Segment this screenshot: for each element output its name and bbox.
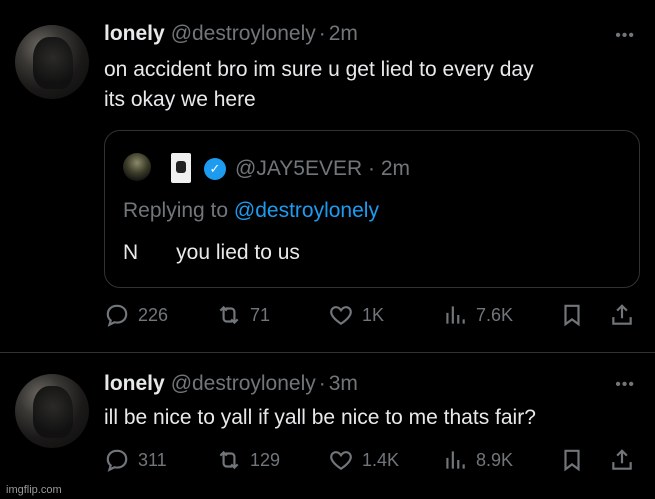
view-count: 8.9K bbox=[476, 449, 514, 470]
retweet-count: 71 bbox=[250, 304, 271, 325]
reply-count: 226 bbox=[138, 304, 169, 325]
bookmark-button[interactable] bbox=[559, 447, 585, 473]
tweet-header: lonely @destroylonely · 3m bbox=[104, 372, 358, 396]
avatar[interactable] bbox=[15, 374, 89, 448]
retweet-button[interactable]: 71 bbox=[216, 302, 270, 328]
timestamp[interactable]: 2m bbox=[329, 22, 358, 46]
display-name[interactable]: lonely bbox=[104, 372, 165, 396]
quoted-avatar[interactable] bbox=[123, 153, 151, 181]
quoted-text-start: N bbox=[123, 241, 139, 264]
like-icon bbox=[330, 451, 352, 470]
user-handle[interactable]: @destroylonely bbox=[171, 372, 316, 396]
bookmark-icon bbox=[564, 449, 580, 472]
tweet-text: on accident bro im sure u get lied to ev… bbox=[104, 55, 634, 115]
display-name[interactable]: lonely bbox=[104, 22, 165, 46]
action-bar: 226 71 1K 7.6K bbox=[104, 302, 644, 332]
retweet-count: 129 bbox=[250, 449, 281, 470]
tweet-header: lonely @destroylonely · 2m bbox=[104, 22, 358, 46]
more-options-icon[interactable]: ••• bbox=[615, 376, 635, 394]
reply-button[interactable]: 226 bbox=[104, 302, 168, 328]
share-icon bbox=[612, 449, 632, 470]
share-button[interactable] bbox=[609, 302, 635, 328]
reply-icon bbox=[106, 449, 128, 472]
separator-dot: · bbox=[367, 157, 375, 180]
separator-dot: · bbox=[318, 372, 326, 395]
like-button[interactable]: 1K bbox=[328, 302, 384, 328]
views-button[interactable]: 8.9K bbox=[442, 447, 513, 473]
quoted-text-rest: you lied to us bbox=[176, 241, 300, 264]
separator-dot: · bbox=[318, 22, 326, 45]
quoted-text: Nyou lied to us bbox=[123, 241, 300, 265]
like-count: 1K bbox=[362, 304, 385, 325]
verified-badge-icon: ✓ bbox=[204, 158, 226, 180]
action-bar: 311 129 1.4K 8.9K bbox=[104, 447, 644, 477]
more-options-icon[interactable]: ••• bbox=[615, 27, 635, 45]
user-handle[interactable]: @destroylonely bbox=[171, 22, 316, 46]
replying-to: Replying to @destroylonely bbox=[123, 199, 379, 223]
avatar[interactable] bbox=[15, 25, 89, 99]
reply-button[interactable]: 311 bbox=[104, 447, 167, 473]
tweet[interactable]: lonely @destroylonely · 2m ••• on accide… bbox=[0, 0, 655, 352]
like-icon bbox=[330, 306, 352, 325]
views-icon bbox=[446, 451, 465, 469]
views-icon bbox=[446, 306, 465, 324]
like-count: 1.4K bbox=[362, 449, 400, 470]
tweet-text: ill be nice to yall if yall be nice to m… bbox=[104, 406, 536, 429]
like-button[interactable]: 1.4K bbox=[328, 447, 399, 473]
quoted-timestamp[interactable]: 2m bbox=[381, 157, 410, 180]
retweet-button[interactable]: 129 bbox=[216, 447, 280, 473]
retweet-icon bbox=[219, 450, 239, 470]
retweet-icon bbox=[219, 305, 239, 325]
timestamp[interactable]: 3m bbox=[329, 372, 358, 396]
reply-icon bbox=[106, 304, 128, 327]
playing-card-emoji-icon bbox=[171, 153, 191, 183]
view-count: 7.6K bbox=[476, 304, 514, 325]
bookmark-icon bbox=[564, 304, 580, 327]
tweet-text-line: its okay we here bbox=[104, 88, 256, 111]
replying-to-label: Replying to bbox=[123, 199, 234, 222]
views-button[interactable]: 7.6K bbox=[442, 302, 513, 328]
share-icon bbox=[612, 304, 632, 325]
quoted-tweet[interactable]: ✓ @JAY5EVER · 2m Replying to @destroylon… bbox=[104, 130, 640, 288]
quoted-handle[interactable]: @JAY5EVER bbox=[235, 157, 362, 180]
tweet-text-line: on accident bro im sure u get lied to ev… bbox=[104, 58, 534, 81]
watermark: imgflip.com bbox=[6, 484, 62, 496]
reply-count: 311 bbox=[138, 449, 167, 470]
quoted-header: @JAY5EVER · 2m bbox=[235, 157, 410, 181]
share-button[interactable] bbox=[609, 447, 635, 473]
bookmark-button[interactable] bbox=[559, 302, 585, 328]
replying-to-mention[interactable]: @destroylonely bbox=[234, 199, 379, 222]
